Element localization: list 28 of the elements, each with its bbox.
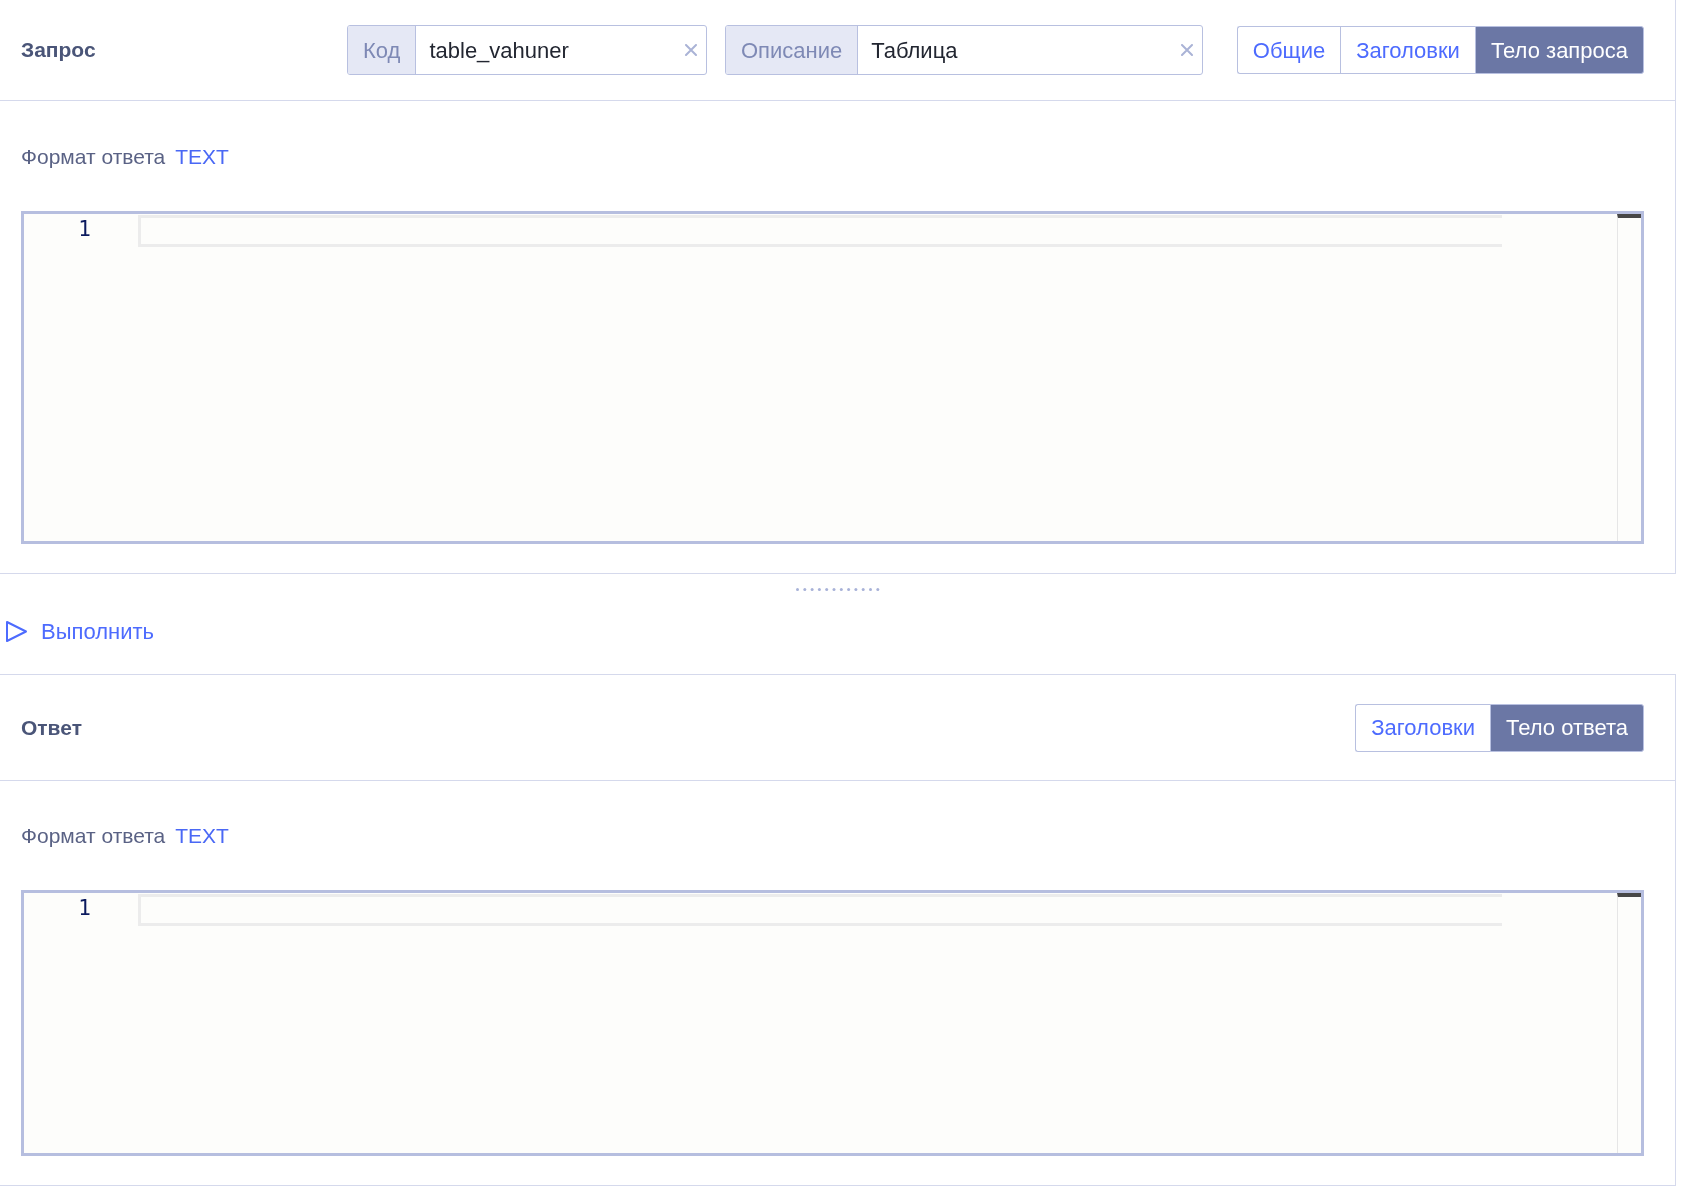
field-value: Таблица [870,36,959,65]
code-editor[interactable]: 1 [21,211,1644,544]
clear-icon[interactable] [1181,44,1193,56]
clear-icon[interactable] [685,44,697,56]
tab[interactable]: Тело ответа [1490,703,1644,752]
text-field[interactable]: Описание Таблица [725,25,1203,75]
field-label: Описание [726,26,859,74]
scrollbar[interactable] [1617,893,1641,1153]
run-button[interactable]: Выполнить [0,615,154,648]
section-title: Запрос [21,38,96,62]
tab[interactable]: Общие [1236,26,1341,74]
tab[interactable]: Заголовки [1340,26,1475,74]
format-label: Формат ответа [21,144,166,171]
section-title: Ответ [21,714,82,741]
format-label: Формат ответа [21,823,166,850]
code-editor[interactable]: 1 [21,890,1644,1156]
field-label: Код [348,26,417,74]
text-field[interactable]: Код table_vahuner [347,25,707,75]
format-value[interactable]: TEXT [175,141,229,173]
tab[interactable]: Тело запроса [1474,26,1644,74]
format-value[interactable]: TEXT [175,820,229,852]
tab[interactable]: Заголовки [1355,703,1490,752]
field-value: table_vahuner [428,36,570,65]
scrollbar[interactable] [1617,214,1641,541]
line-number: 1 [78,895,91,923]
splitter-handle[interactable] [796,588,880,591]
play-icon [5,620,28,643]
line-number: 1 [78,216,91,244]
